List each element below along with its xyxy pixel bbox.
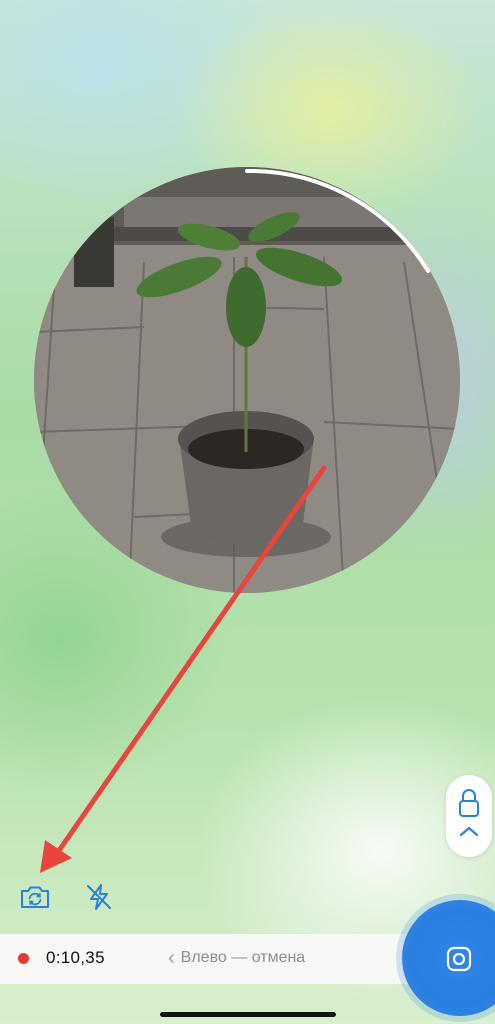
home-indicator (160, 1012, 336, 1017)
camera-preview (34, 167, 460, 593)
chevron-up-icon (459, 826, 479, 837)
switch-camera-button[interactable] (18, 880, 52, 914)
lock-recording-control[interactable] (446, 775, 492, 857)
recording-indicator-dot (18, 953, 29, 964)
lock-icon (459, 789, 479, 817)
flash-toggle-button[interactable] (82, 880, 116, 914)
slide-to-cancel-label: Влево — отмена (180, 949, 306, 966)
flash-off-icon (87, 884, 111, 910)
recording-timer: 0:10,35 (46, 948, 105, 967)
camera-switch-icon (21, 886, 49, 908)
plant-photo (34, 167, 460, 593)
video-message-icon (446, 946, 472, 972)
chevron-left-icon: ‹ (168, 947, 175, 969)
slide-to-cancel-hint[interactable]: ‹ Влево — отмена (168, 947, 306, 969)
